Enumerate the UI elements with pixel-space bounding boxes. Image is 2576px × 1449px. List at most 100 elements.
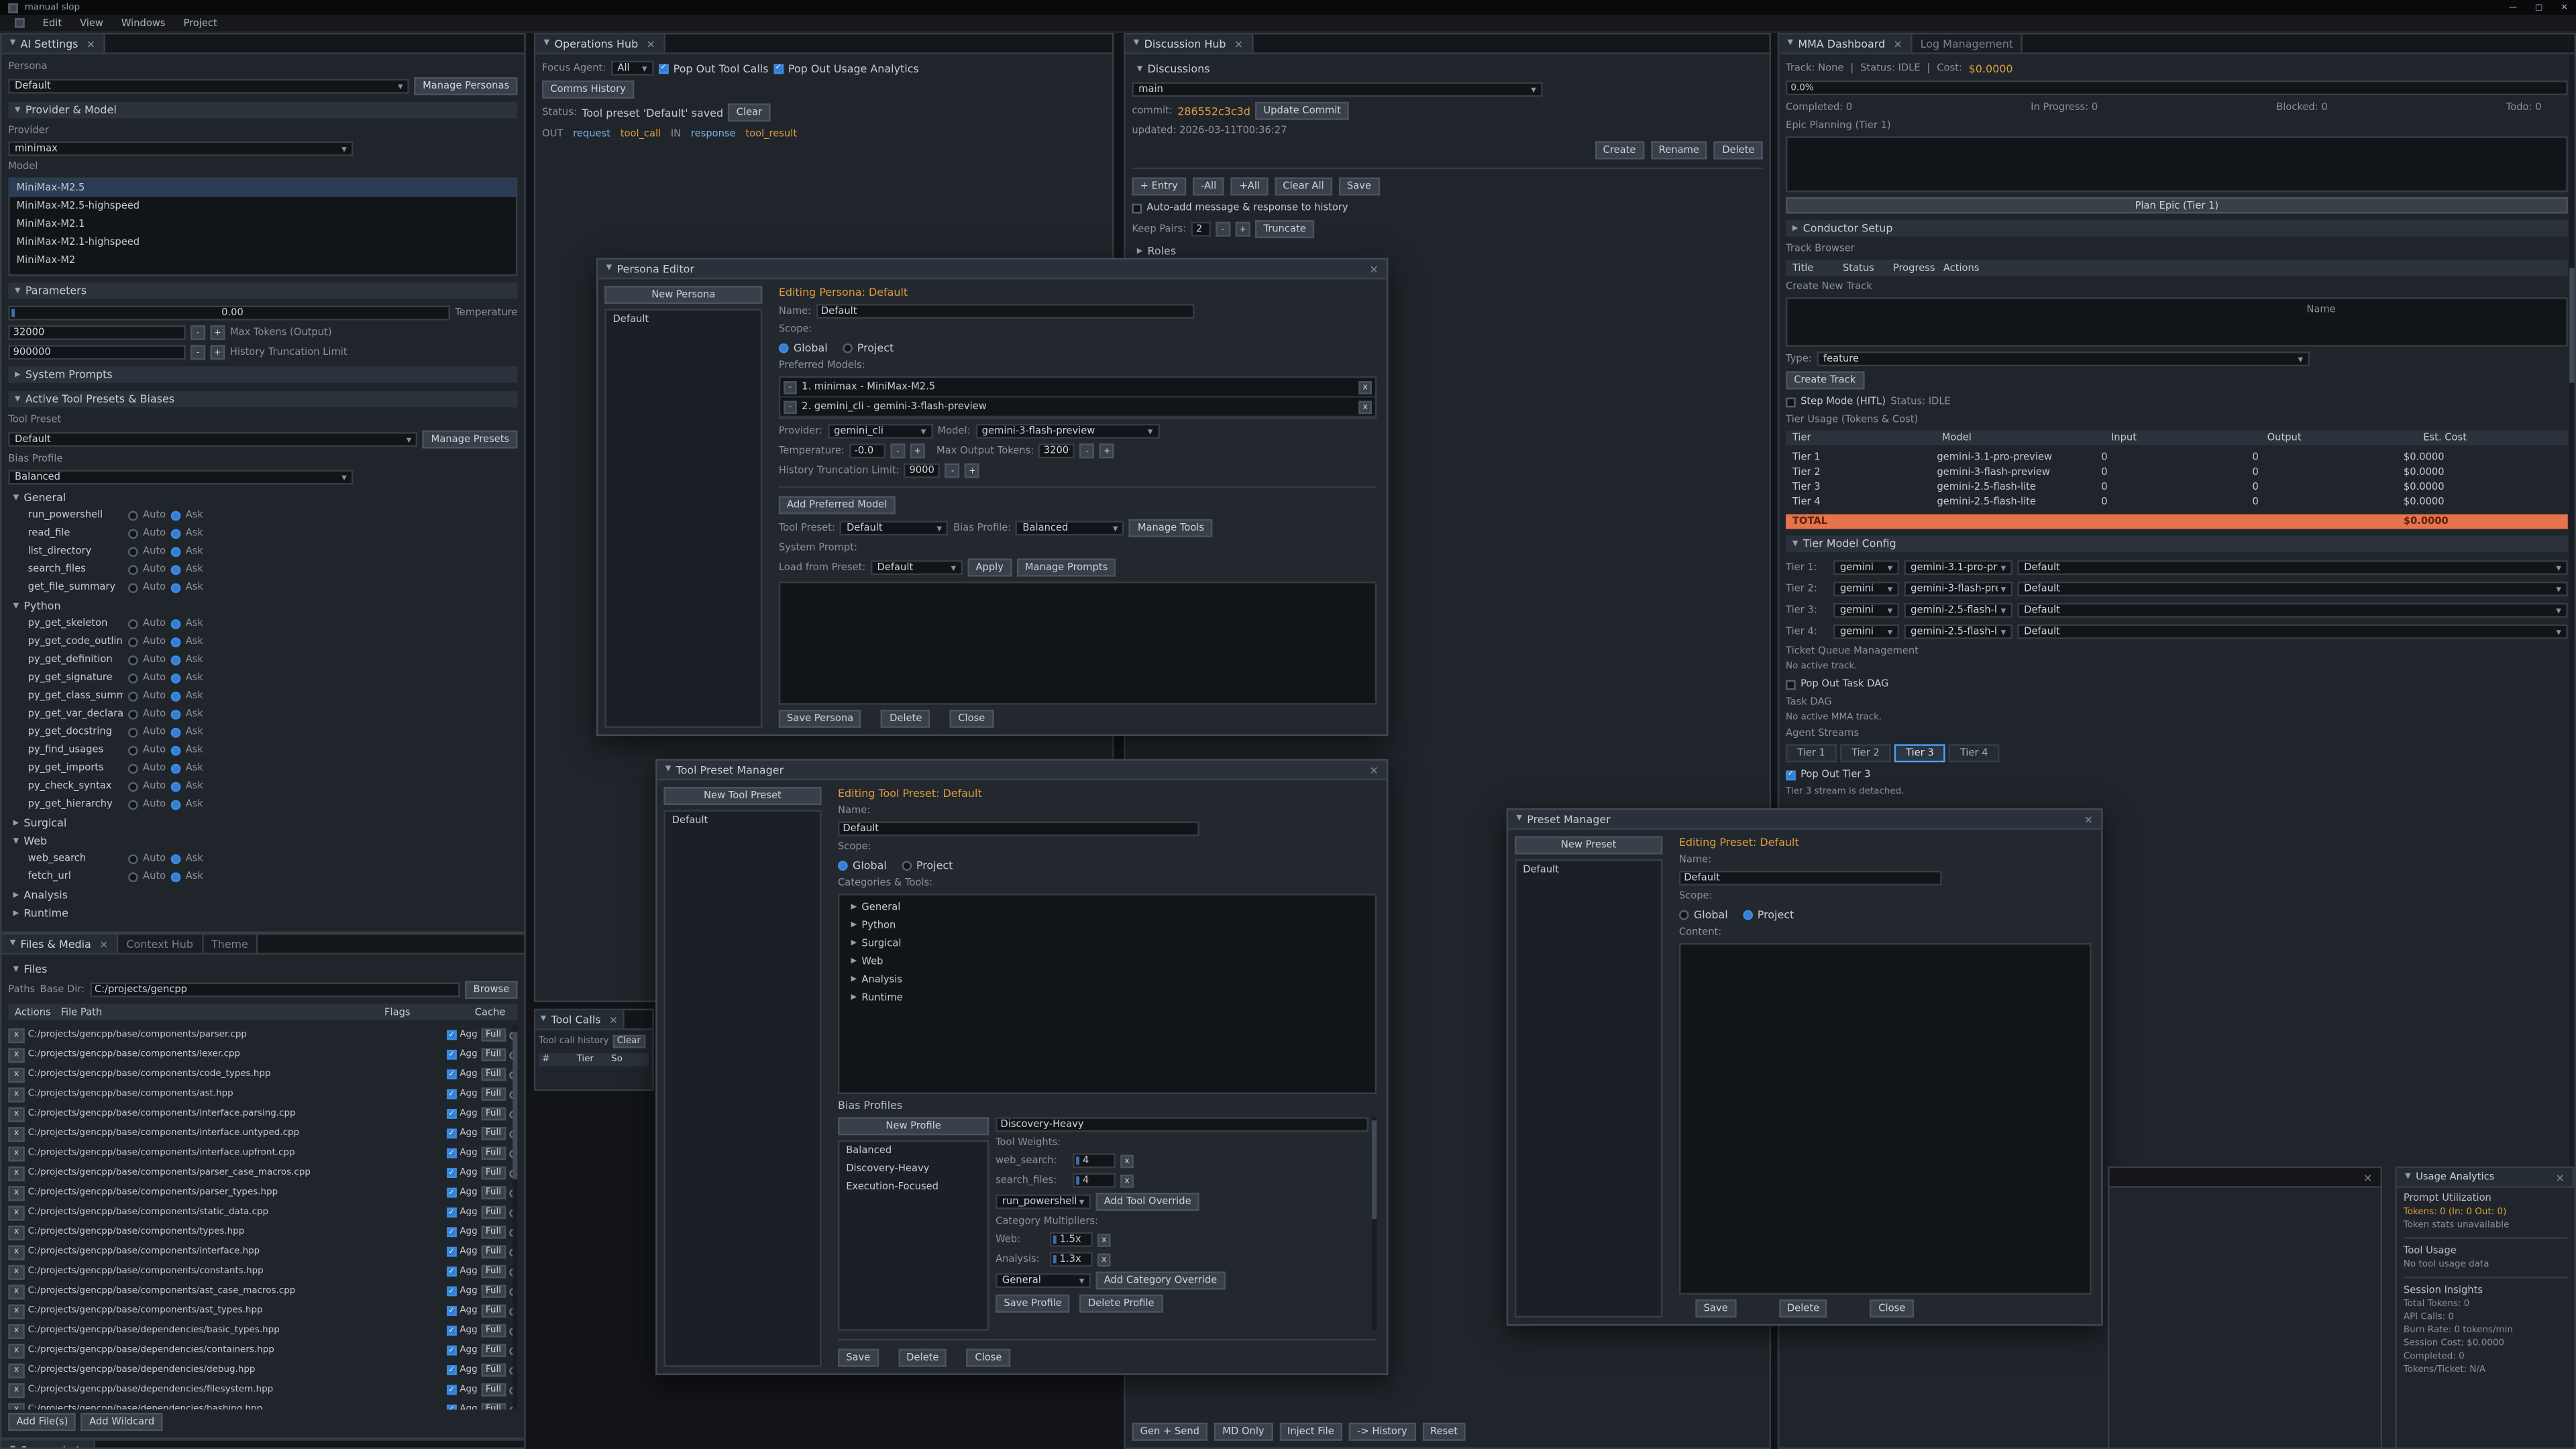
bias-profile-item[interactable]: Balanced: [839, 1142, 987, 1160]
ask-radio[interactable]: [171, 745, 181, 755]
close-icon[interactable]: ✕: [2561, 3, 2567, 13]
agg-checkbox[interactable]: ✓: [447, 1247, 457, 1257]
remove-file-button[interactable]: x: [8, 1047, 24, 1062]
remove-file-button[interactable]: x: [8, 1166, 24, 1181]
tab-context-hub[interactable]: Context Hub: [118, 934, 203, 953]
tool-group-header[interactable]: ▼ General: [8, 490, 517, 506]
save-tool-preset-button[interactable]: Save: [838, 1349, 879, 1367]
remove-file-button[interactable]: x: [8, 1106, 24, 1121]
system-prompt-textarea[interactable]: [779, 582, 1377, 705]
category-tree-item[interactable]: ▶ Analysis: [846, 971, 1368, 987]
preset-name-input[interactable]: [1679, 871, 1942, 885]
remove-file-button[interactable]: x: [8, 1244, 24, 1259]
full-button[interactable]: Full: [481, 1127, 506, 1140]
persona-bias-select[interactable]: Balanced ▼: [1016, 521, 1125, 535]
model-list-item[interactable]: MiniMax-M2.5: [10, 179, 516, 197]
close-icon[interactable]: ×: [1369, 763, 1378, 777]
tool-weight-input[interactable]: 4: [1073, 1173, 1116, 1188]
conductor-setup-header[interactable]: ▶ Conductor Setup: [1786, 220, 2568, 236]
add-tool-override-button[interactable]: Add Tool Override: [1095, 1193, 1199, 1211]
agg-checkbox[interactable]: ✓: [447, 1267, 457, 1277]
ask-radio[interactable]: [171, 528, 181, 538]
full-button[interactable]: Full: [481, 1206, 506, 1220]
bias-profile-item[interactable]: Discovery-Heavy: [839, 1160, 987, 1178]
remove-file-button[interactable]: x: [8, 1225, 24, 1240]
tier-provider-select[interactable]: gemini ▼: [1833, 603, 1899, 618]
full-button[interactable]: Full: [481, 1403, 506, 1409]
discussion-footer-button[interactable]: Inject File: [1279, 1423, 1342, 1441]
tab-screenshots[interactable]: ▼ Screenshots: [1, 1441, 95, 1449]
history-increment-button[interactable]: +: [210, 345, 225, 360]
create-discussion-button[interactable]: Create: [1595, 142, 1644, 160]
tab-log-management[interactable]: Log Management: [1912, 34, 2023, 52]
ask-radio[interactable]: [171, 637, 181, 647]
tool-preset-manager-titlebar[interactable]: ▼ Tool Preset Manager ×: [657, 761, 1387, 780]
preset-manager-titlebar[interactable]: ▼ Preset Manager ×: [1508, 810, 2101, 829]
discussion-footer-button[interactable]: Reset: [1422, 1423, 1466, 1441]
persona-tool-preset-select[interactable]: Default ▼: [840, 521, 949, 535]
step-mode-checkbox[interactable]: [1786, 396, 1796, 407]
system-prompts-header[interactable]: ▶ System Prompts: [8, 366, 517, 382]
menu-item[interactable]: Project: [183, 17, 217, 29]
comms-history-button[interactable]: Comms History: [542, 80, 634, 99]
ask-radio[interactable]: [171, 781, 181, 791]
ask-radio[interactable]: [171, 546, 181, 556]
max-tokens-decrement-button[interactable]: -: [191, 325, 205, 340]
persona-name-input[interactable]: [816, 304, 1193, 319]
ask-radio[interactable]: [171, 709, 181, 719]
ask-radio[interactable]: [171, 727, 181, 737]
max-tokens-input[interactable]: [8, 325, 185, 340]
tier-model-select[interactable]: gemini-2.5-flash-lite ▼: [1904, 603, 2012, 618]
agg-checkbox[interactable]: ✓: [447, 1089, 457, 1099]
remove-weight-button[interactable]: x: [1120, 1154, 1134, 1167]
max-tokens-increment-button[interactable]: +: [210, 325, 225, 340]
manage-presets-button[interactable]: Manage Presets: [423, 431, 517, 449]
pop-out-task-dag-checkbox[interactable]: [1786, 680, 1796, 690]
remove-file-button[interactable]: x: [8, 1343, 24, 1358]
tier-persona-select[interactable]: Default ▼: [2017, 560, 2567, 575]
browse-button[interactable]: Browse: [465, 981, 517, 999]
category-tree-item[interactable]: ▶ General: [846, 899, 1368, 915]
category-tree-item[interactable]: ▶ Surgical: [846, 934, 1368, 951]
full-button[interactable]: Full: [481, 1265, 506, 1279]
close-icon[interactable]: ×: [1893, 37, 1902, 50]
auto-radio[interactable]: [128, 546, 138, 556]
remove-file-button[interactable]: x: [8, 1067, 24, 1082]
remove-file-button[interactable]: x: [8, 1362, 24, 1377]
auto-radio[interactable]: [128, 799, 138, 809]
new-tool-preset-button[interactable]: New Tool Preset: [663, 787, 821, 805]
track-name-field[interactable]: Name: [1786, 297, 2568, 346]
pop-out-usage-checkbox[interactable]: ✓: [773, 63, 784, 73]
temp-increment-button[interactable]: +: [910, 443, 925, 458]
tool-preset-list-item[interactable]: Default: [665, 812, 820, 830]
agent-stream-tab[interactable]: Tier 1: [1786, 744, 1837, 762]
tier-persona-select[interactable]: Default ▼: [2017, 582, 2567, 596]
track-type-select[interactable]: feature ▼: [1817, 352, 2310, 366]
agent-stream-tab[interactable]: Tier 3: [1894, 744, 1945, 762]
tab-ai-settings[interactable]: ▼ AI Settings ×: [1, 34, 105, 52]
auto-radio[interactable]: [128, 510, 138, 520]
ask-radio[interactable]: [171, 799, 181, 809]
tab-theme[interactable]: Theme: [203, 934, 258, 953]
add-files-button[interactable]: Add File(s): [8, 1413, 76, 1431]
full-button[interactable]: Full: [481, 1028, 506, 1042]
full-button[interactable]: Full: [481, 1364, 506, 1377]
full-button[interactable]: Full: [481, 1344, 506, 1357]
auto-radio[interactable]: [128, 564, 138, 574]
history-increment-button[interactable]: +: [965, 464, 980, 478]
close-persona-editor-button[interactable]: Close: [950, 710, 994, 728]
agg-checkbox[interactable]: ✓: [447, 1069, 457, 1079]
preset-list-item[interactable]: Default: [1516, 861, 1661, 879]
agg-checkbox[interactable]: ✓: [447, 1148, 457, 1159]
agg-checkbox[interactable]: ✓: [447, 1346, 457, 1356]
remove-file-button[interactable]: x: [8, 1126, 24, 1141]
reorder-model-button[interactable]: -: [784, 380, 797, 394]
tab-mma-dashboard[interactable]: ▼ MMA Dashboard ×: [1779, 34, 1912, 52]
tier-provider-select[interactable]: gemini ▼: [1833, 582, 1899, 596]
close-icon[interactable]: ×: [609, 1013, 618, 1026]
tier-persona-select[interactable]: Default ▼: [2017, 603, 2567, 618]
auto-radio[interactable]: [128, 655, 138, 665]
bias-profile-item[interactable]: Execution-Focused: [839, 1178, 987, 1196]
provider-model-header[interactable]: ▼ Provider & Model: [8, 102, 517, 118]
agg-checkbox[interactable]: ✓: [447, 1326, 457, 1336]
